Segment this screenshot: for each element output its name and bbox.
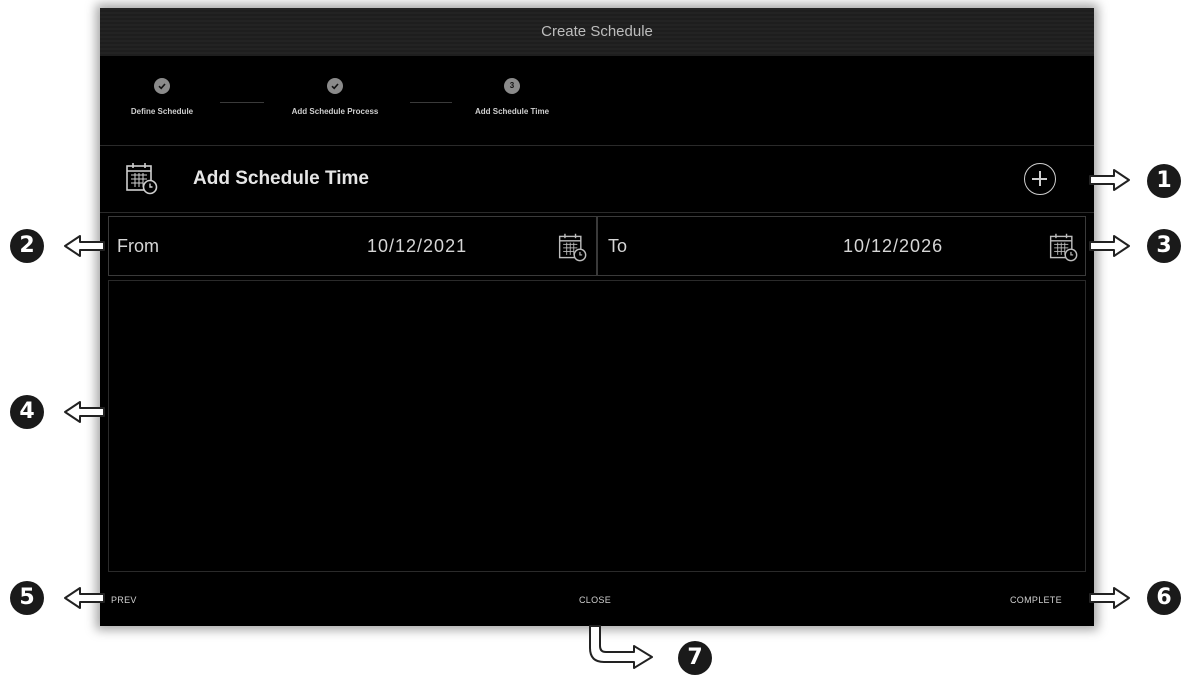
callout-arrow-left-icon — [64, 587, 105, 609]
from-date-field[interactable]: From 10/12/2021 — [108, 216, 597, 276]
calendar-icon[interactable] — [1048, 232, 1078, 262]
to-date-field[interactable]: To 10/12/2026 — [597, 216, 1086, 276]
create-schedule-dialog: Create Schedule Define Schedule Add Sche… — [100, 8, 1094, 626]
annotation-badge-3: 3 — [1147, 229, 1181, 263]
to-date-value: 10/12/2026 — [843, 236, 944, 256]
step-connector — [220, 102, 264, 103]
callout-arrow-right-icon — [1089, 235, 1130, 257]
step-add-schedule-time: 3 Add Schedule Time — [462, 78, 562, 116]
step-label: Define Schedule — [130, 107, 194, 116]
callout-arrow-left-icon — [64, 401, 105, 423]
calendar-icon[interactable] — [557, 232, 587, 262]
annotation-badge-1: 1 — [1147, 164, 1181, 198]
add-schedule-time-button[interactable] — [1024, 163, 1056, 195]
section-header: Add Schedule Time — [100, 146, 1094, 212]
annotation-badge-6: 6 — [1147, 581, 1181, 615]
annotation-badge-4: 4 — [10, 395, 44, 429]
step-number: 3 — [509, 81, 515, 90]
annotation-badge-7: 7 — [678, 641, 712, 675]
complete-button[interactable]: COMPLETE — [1010, 595, 1062, 605]
check-icon — [154, 78, 170, 94]
prev-button[interactable]: PREV — [111, 595, 137, 605]
step-add-schedule-process: Add Schedule Process — [275, 78, 395, 116]
step-label: Add Schedule Process — [291, 107, 379, 116]
calendar-clock-icon — [126, 163, 158, 195]
step-number-icon: 3 — [504, 78, 520, 94]
dialog-title: Create Schedule — [100, 8, 1094, 56]
check-icon — [327, 78, 343, 94]
divider — [100, 212, 1094, 213]
step-label: Add Schedule Time — [474, 107, 550, 116]
section-title: Add Schedule Time — [193, 168, 369, 189]
schedule-time-list[interactable] — [108, 280, 1086, 572]
annotation-badge-2: 2 — [10, 229, 44, 263]
step-connector — [410, 102, 452, 103]
callout-arrow-right-icon — [1089, 587, 1130, 609]
callout-arrow-right-icon — [1089, 169, 1130, 191]
from-label: From — [117, 236, 159, 256]
callout-arrow-down-right-icon — [589, 625, 653, 669]
from-date-value: 10/12/2021 — [367, 236, 468, 256]
close-button[interactable]: CLOSE — [579, 595, 611, 605]
step-define-schedule: Define Schedule — [112, 78, 212, 116]
callout-arrow-left-icon — [64, 235, 105, 257]
annotation-badge-5: 5 — [10, 581, 44, 615]
to-label: To — [608, 236, 628, 256]
